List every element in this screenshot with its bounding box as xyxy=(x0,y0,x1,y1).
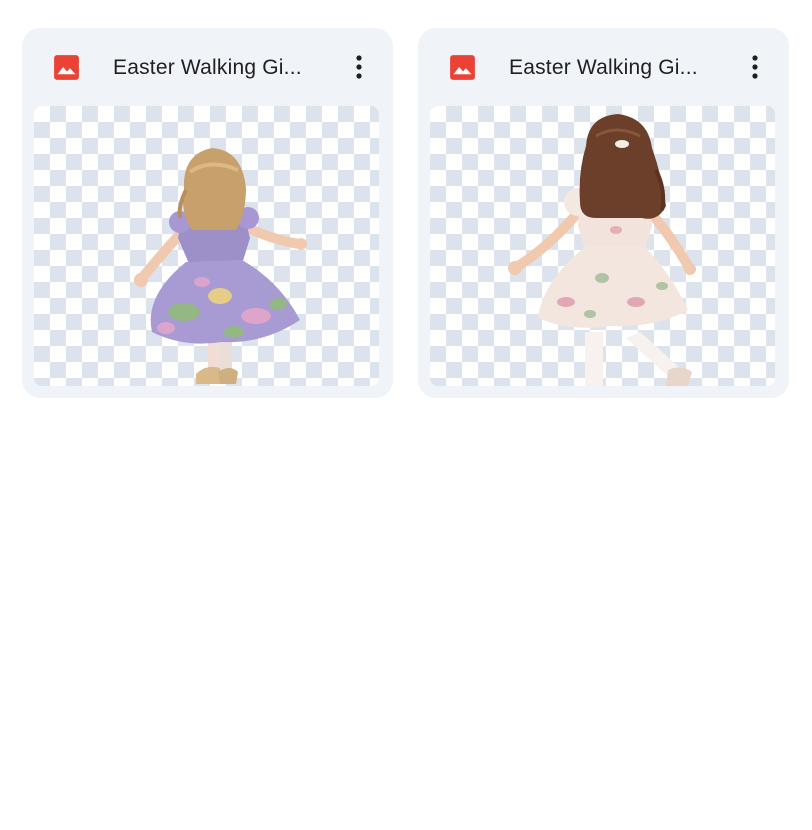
girl-lavender-floral-dress-image xyxy=(134,148,307,384)
more-options-button[interactable] xyxy=(345,50,373,84)
file-card[interactable]: Easter Walking Gi... xyxy=(22,28,393,398)
more-vert-icon xyxy=(752,55,758,79)
file-thumbnail[interactable] xyxy=(34,106,379,386)
more-vert-icon xyxy=(356,55,362,79)
file-card-header: Easter Walking Gi... xyxy=(22,28,393,106)
file-name: Easter Walking Gi... xyxy=(113,56,302,79)
file-name: Easter Walking Gi... xyxy=(509,56,698,79)
file-grid: Easter Walking Gi... Easter Walking Gi..… xyxy=(22,28,789,398)
file-thumbnail[interactable] xyxy=(430,106,775,386)
image-file-icon xyxy=(54,55,79,80)
more-options-button[interactable] xyxy=(741,50,769,84)
girl-white-floral-dress-image xyxy=(508,114,696,386)
image-file-icon xyxy=(450,55,475,80)
file-card-header: Easter Walking Gi... xyxy=(418,28,789,106)
file-card[interactable]: Easter Walking Gi... xyxy=(418,28,789,398)
